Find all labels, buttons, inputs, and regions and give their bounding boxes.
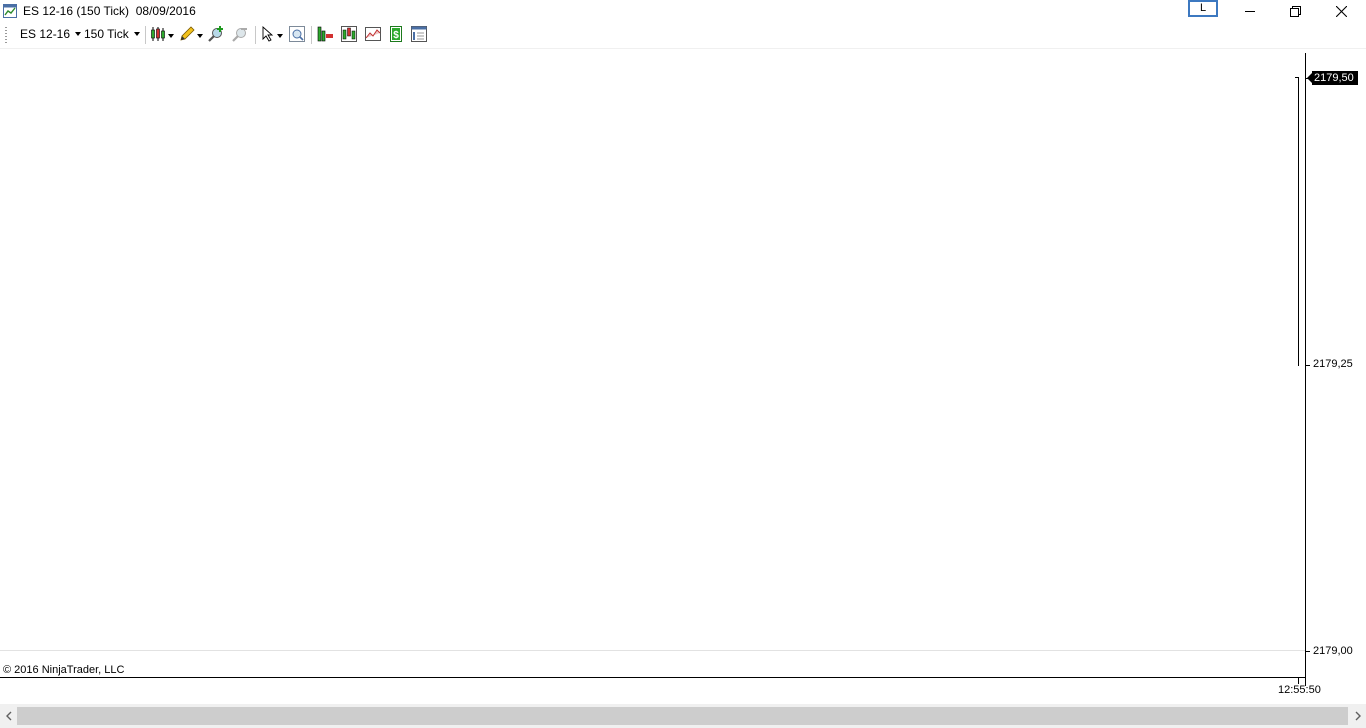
chevron-left-icon — [5, 711, 11, 721]
price-axis-label: 2179,25 — [1313, 358, 1353, 370]
copyright-text: © 2016 NinjaTrader, LLC — [3, 664, 125, 676]
scrollbar-thumb[interactable] — [17, 707, 1348, 725]
scroll-left-button[interactable] — [0, 704, 17, 728]
current-price-marker: 2179,50 — [1307, 71, 1358, 85]
chevron-right-icon — [1355, 711, 1361, 721]
price-axis-label: 2179,00 — [1313, 645, 1353, 657]
time-axis-label: 12:55:50 — [1278, 684, 1321, 696]
chart-canvas[interactable] — [0, 0, 1366, 704]
scroll-right-button[interactable] — [1349, 704, 1366, 728]
horizontal-scrollbar[interactable] — [0, 704, 1366, 728]
chart-panel[interactable]: 2179,50 2179,25 2179,00 © 2016 NinjaTrad… — [0, 0, 1366, 704]
